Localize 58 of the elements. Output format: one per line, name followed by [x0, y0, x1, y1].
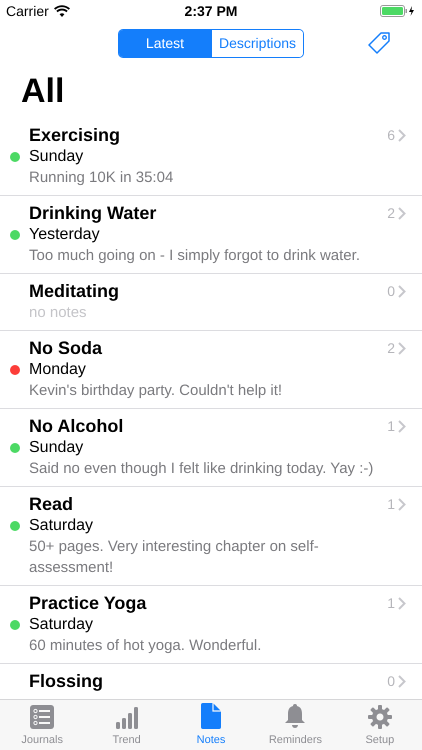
journal-name: No Alcohol: [29, 415, 124, 437]
note-date: Sunday: [29, 438, 84, 458]
note-count: 1: [387, 494, 395, 514]
chevron-icon: [398, 284, 406, 298]
chevron-icon: [398, 596, 406, 610]
note-text: Said no even though I felt like drinking today. Yay :-): [29, 459, 374, 479]
clock-time: 2:37 PM: [184, 2, 238, 20]
note-count: 6: [387, 126, 395, 144]
gear-icon: [368, 704, 392, 728]
note-count: 1: [387, 416, 395, 436]
journal-row[interactable]: Read 1 Saturday 50+ pages. Very interesting chapter on self-assessment!: [0, 487, 422, 586]
chevron-icon: [398, 420, 406, 432]
journal-name: Flossing: [29, 670, 104, 692]
page-title: All: [21, 74, 64, 108]
note-date: Saturday: [29, 615, 94, 635]
segment-tab[interactable]: Latest: [119, 30, 211, 56]
chevron-icon: [398, 674, 406, 688]
journal-name: Exercising: [29, 124, 120, 146]
chevron-icon: [398, 498, 406, 510]
document-icon: [201, 702, 222, 728]
note-text: Kevin's birthday party. Couldn't help it!: [29, 381, 284, 401]
journal-name: Read: [29, 493, 74, 515]
carrier-label: Carrier: [6, 2, 49, 20]
wifi-icon: [54, 5, 70, 17]
note-count: 2: [387, 338, 395, 358]
journal-name: No Soda: [29, 337, 102, 359]
note-text: no notes: [29, 303, 88, 323]
note-count: 0: [387, 282, 395, 300]
journal-name: Practice Yoga: [29, 592, 146, 614]
bar-chart-icon: [114, 704, 139, 728]
note-text: 50+ pages. Very interesting chapter on self-assessment!: [29, 537, 320, 578]
journal-name: Drinking Water: [29, 202, 156, 224]
battery-icon: [380, 5, 416, 17]
journal-name: Meditating: [29, 280, 119, 302]
note-text: 60 minutes of hot yoga. Wonderful.: [29, 636, 262, 656]
journal-row[interactable]: Drinking Water 2 Yesterday Too much going on - I simply forgot to drink water.: [0, 196, 422, 274]
note-count: 2: [387, 204, 395, 222]
note-date: Yesterday: [29, 225, 101, 245]
list-icon: [30, 704, 54, 728]
chevron-icon: [398, 206, 406, 220]
note-text: Running 10K in 35:04: [29, 168, 174, 188]
note-date: Sunday: [29, 147, 84, 167]
journal-row[interactable]: Meditating 0 no notes: [0, 274, 422, 331]
note-date: Saturday: [29, 516, 94, 536]
segment-tab[interactable]: Descriptions: [211, 30, 303, 56]
chevron-icon: [398, 342, 406, 354]
journal-row[interactable]: No Soda 2 Monday Kevin's birthday party. Couldn't help it!: [0, 331, 422, 409]
note-date: Monday: [29, 360, 87, 380]
bell-icon: [284, 702, 306, 728]
tab-bar-item[interactable]: Notes: [168, 700, 254, 750]
note-count: 1: [387, 594, 395, 612]
chevron-icon: [398, 128, 406, 142]
journal-row[interactable]: No Alcohol 1 Sunday Said no even though I felt like drinking today. Yay :-): [0, 409, 422, 487]
note-count: 0: [387, 672, 395, 690]
tag-icon[interactable]: [367, 31, 391, 55]
note-text: Too much going on - I simply forgot to drink water.: [29, 246, 361, 266]
journal-row[interactable]: Practice Yoga 1 Saturday 60 minutes of hot yoga. Wonderful.: [0, 586, 422, 664]
journal-row[interactable]: Exercising 6 Sunday Running 10K in 35:04: [0, 118, 422, 196]
